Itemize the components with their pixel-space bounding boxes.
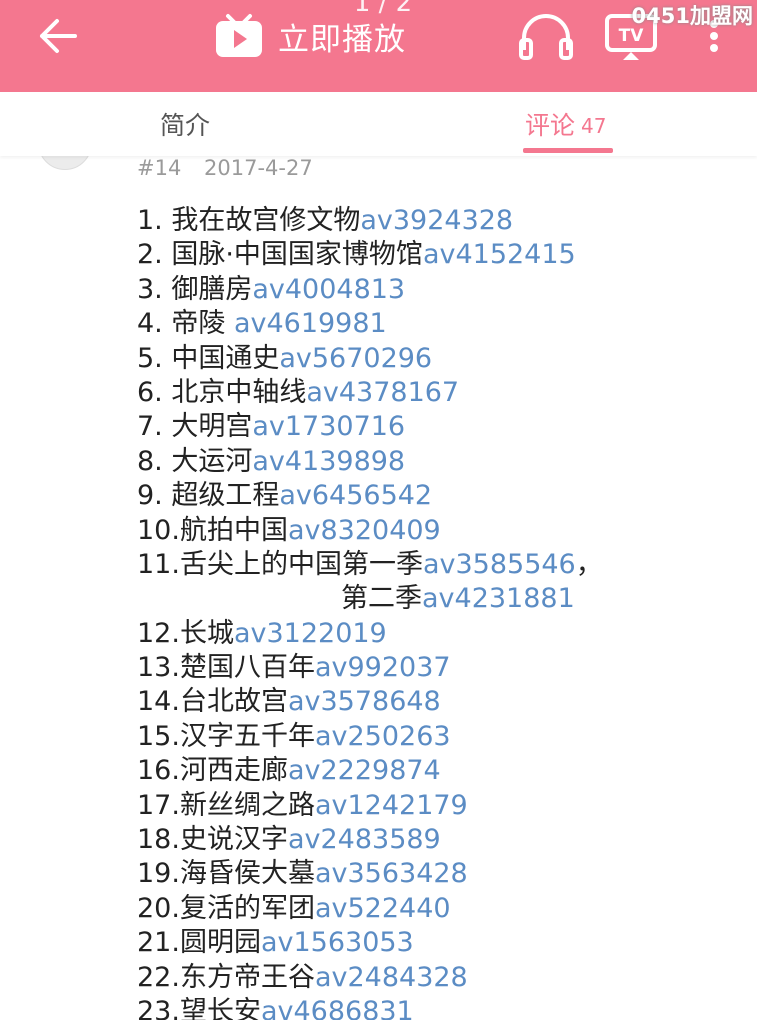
line-suffix: ， bbox=[575, 548, 603, 580]
av-link[interactable]: av4004813 bbox=[252, 274, 405, 305]
back-button[interactable] bbox=[28, 6, 88, 66]
comment-line: 9. 超级工程av6456542 bbox=[137, 479, 737, 513]
line-title: 6. 北京中轴线 bbox=[137, 376, 307, 408]
line-title: 1. 我在故宫修文物 bbox=[137, 205, 361, 236]
av-link[interactable]: av8320409 bbox=[288, 515, 441, 546]
line-title: 2. 国脉·中国国家博物馆 bbox=[137, 239, 423, 271]
av-link[interactable]: av2229874 bbox=[288, 755, 441, 786]
comment-line: 15.汉字五千年av250263 bbox=[137, 720, 737, 754]
tab-intro-label: 简介 bbox=[160, 111, 211, 140]
av-link[interactable]: av4378167 bbox=[306, 377, 459, 408]
line-title: 10.航拍中国 bbox=[137, 514, 288, 546]
comment-line: 5. 中国通史av5670296 bbox=[137, 342, 737, 376]
line-title: 3. 御膳房 bbox=[137, 273, 253, 305]
line-title: 14.台北故宫 bbox=[137, 686, 288, 718]
comment-line: 2. 国脉·中国国家博物馆av4152415 bbox=[137, 238, 737, 272]
comment-line: 16.河西走廊av2229874 bbox=[137, 754, 737, 788]
comment-count: 47 bbox=[581, 114, 607, 138]
av-link[interactable]: av992037 bbox=[315, 652, 451, 683]
line-title: 13.楚国八百年 bbox=[137, 652, 315, 684]
comment-line: 10.航拍中国av8320409 bbox=[137, 514, 737, 548]
line-title: 第二季 bbox=[341, 583, 422, 615]
tab-comments-label: 评论 bbox=[525, 111, 576, 140]
av-link[interactable]: av4231881 bbox=[422, 583, 575, 614]
av-link[interactable]: av1242179 bbox=[315, 790, 468, 821]
back-arrow-icon bbox=[40, 19, 77, 53]
av-link[interactable]: av3578648 bbox=[288, 686, 441, 717]
av-link[interactable]: av4139898 bbox=[252, 446, 405, 477]
play-now-button[interactable]: 立即播放 bbox=[214, 8, 406, 64]
av-link[interactable]: av1730716 bbox=[252, 411, 405, 442]
line-title: 17.新丝绸之路 bbox=[137, 789, 315, 821]
av-link[interactable]: av3122019 bbox=[234, 618, 387, 649]
line-title: 9. 超级工程 bbox=[137, 480, 280, 512]
comment-line: 12.长城av3122019 bbox=[137, 617, 737, 651]
comment-line: 18.史说汉字av2483589 bbox=[137, 823, 737, 857]
av-link[interactable]: av3924328 bbox=[360, 205, 513, 236]
comment-line: 23.望长安av4686831 bbox=[137, 995, 737, 1020]
line-title: 19.海昏侯大墓 bbox=[137, 858, 315, 890]
tv-play-icon bbox=[216, 14, 262, 57]
line-title: 7. 大明宫 bbox=[137, 411, 253, 443]
comment-meta: #14 2017-4-27 bbox=[137, 156, 313, 180]
tab-bar: 简介 评论 47 bbox=[0, 92, 757, 156]
line-title: 4. 帝陵 bbox=[137, 308, 234, 340]
comment-line: 3. 御膳房av4004813 bbox=[137, 273, 737, 307]
watermark: 0451加盟网 bbox=[631, 4, 753, 28]
comment-line: 13.楚国八百年av992037 bbox=[137, 651, 737, 685]
line-title: 18.史说汉字 bbox=[137, 824, 288, 856]
comment-line: 21.圆明园av1563053 bbox=[137, 926, 737, 960]
comment-line: 22.东方帝王谷av2484328 bbox=[137, 961, 737, 995]
comment-line: 17.新丝绸之路av1242179 bbox=[137, 789, 737, 823]
line-title: 5. 中国通史 bbox=[137, 342, 280, 374]
tab-comments[interactable]: 评论 47 bbox=[525, 92, 606, 156]
comment-line: 8. 大运河av4139898 bbox=[137, 445, 737, 479]
line-title: 11.舌尖上的中国第一季 bbox=[137, 548, 423, 580]
comment-body: 1. 我在故宫修文物av3924328 2. 国脉·中国国家博物馆av415241… bbox=[137, 204, 737, 1020]
av-link[interactable]: av2484328 bbox=[315, 962, 468, 993]
av-link[interactable]: av4619981 bbox=[234, 308, 387, 339]
av-link[interactable]: av3585546 bbox=[423, 549, 576, 580]
line-title: 22.东方帝王谷 bbox=[137, 961, 315, 993]
line-title: 15.汉字五千年 bbox=[137, 720, 315, 752]
comment-line: 第二季av4231881 bbox=[137, 582, 737, 616]
comment-line: 6. 北京中轴线av4378167 bbox=[137, 376, 737, 410]
line-title: 23.望长安 bbox=[137, 995, 261, 1020]
av-link[interactable]: av5670296 bbox=[279, 343, 432, 374]
line-title: 21.圆明园 bbox=[137, 927, 261, 959]
headphone-icon bbox=[519, 14, 573, 60]
comment-line: 4. 帝陵 av4619981 bbox=[137, 307, 737, 341]
comment-line: 20.复活的军团av522440 bbox=[137, 892, 737, 926]
av-link[interactable]: av4686831 bbox=[261, 996, 414, 1020]
comment-line: 7. 大明宫av1730716 bbox=[137, 410, 737, 444]
comment-line: 19.海昏侯大墓av3563428 bbox=[137, 857, 737, 891]
av-link[interactable]: av4152415 bbox=[423, 239, 576, 270]
av-link[interactable]: av2483589 bbox=[288, 824, 441, 855]
av-link[interactable]: av250263 bbox=[315, 721, 451, 752]
line-title: 12.长城 bbox=[137, 617, 234, 649]
comment-floor: #14 bbox=[137, 156, 182, 180]
av-link[interactable]: av522440 bbox=[315, 893, 451, 924]
comment-line: 1. 我在故宫修文物av3924328 bbox=[137, 204, 737, 238]
comment-line: 11.舌尖上的中国第一季av3585546， bbox=[137, 548, 737, 582]
line-title: 8. 大运河 bbox=[137, 445, 253, 477]
play-now-label: 立即播放 bbox=[278, 21, 406, 58]
top-app-bar: 1 / 2 立即播放 TV 0451加盟网 bbox=[0, 0, 757, 92]
audio-mode-button[interactable] bbox=[516, 10, 576, 62]
av-link[interactable]: av3563428 bbox=[315, 858, 468, 889]
comment-date: 2017-4-27 bbox=[204, 156, 313, 180]
av-link[interactable]: av1563053 bbox=[261, 927, 414, 958]
tab-intro[interactable]: 简介 bbox=[160, 92, 210, 156]
active-tab-indicator bbox=[523, 148, 613, 153]
comment-line: 14.台北故宫av3578648 bbox=[137, 685, 737, 719]
line-title: 16.河西走廊 bbox=[137, 755, 288, 787]
line-title: 20.复活的军团 bbox=[137, 892, 315, 924]
av-link[interactable]: av6456542 bbox=[279, 480, 432, 511]
